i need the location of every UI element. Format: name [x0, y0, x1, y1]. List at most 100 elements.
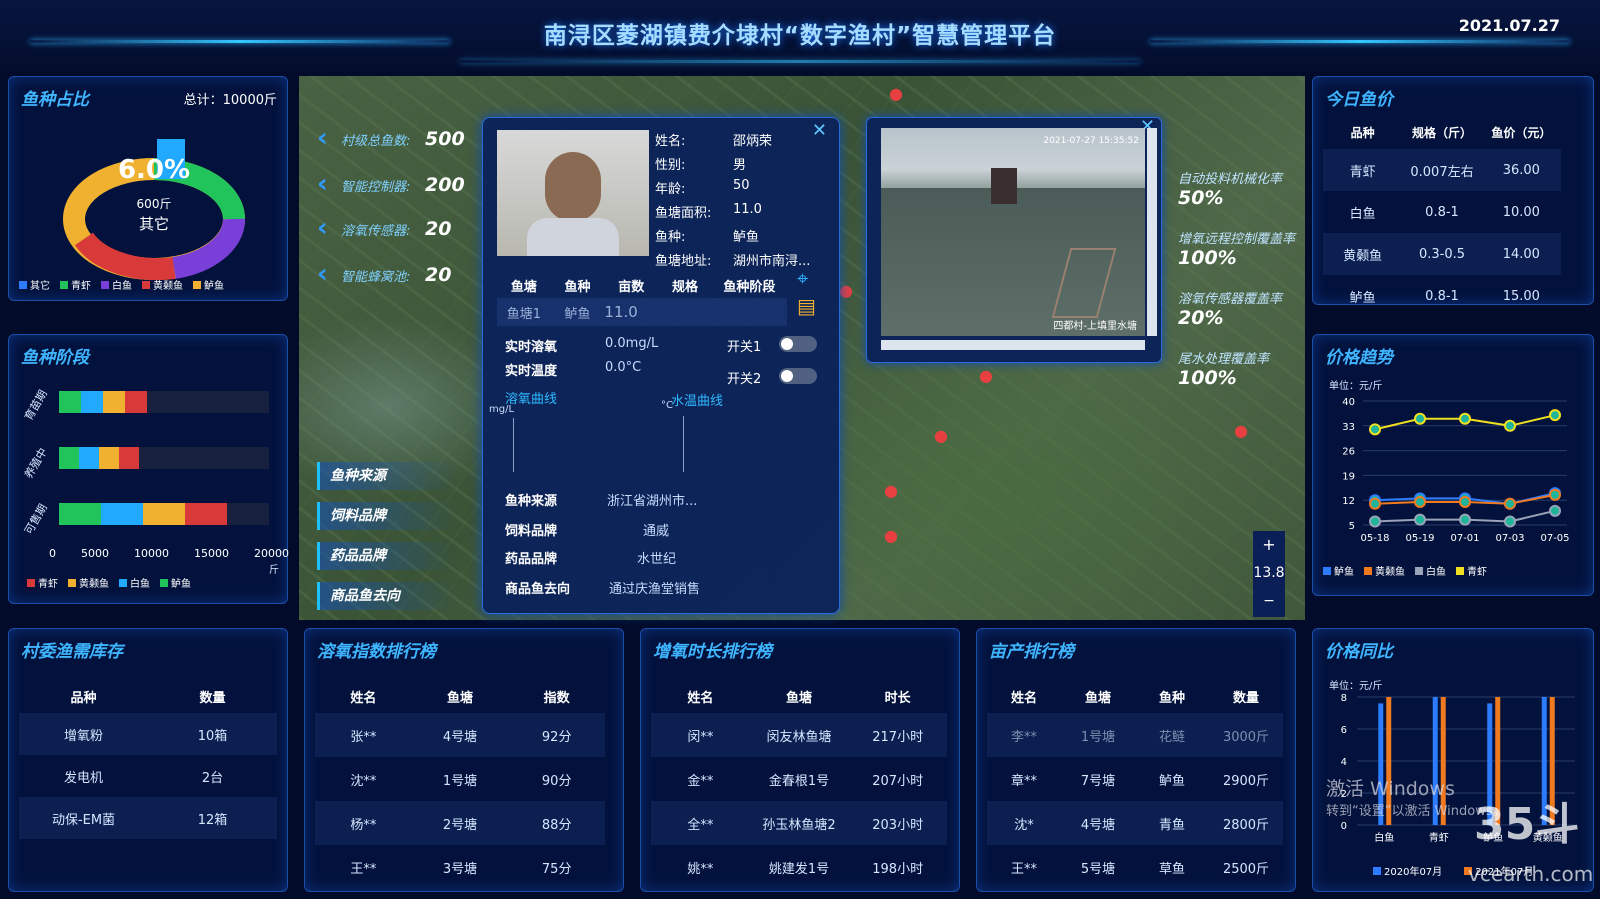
y-tick-label: 8: [1341, 693, 1347, 704]
table-row[interactable]: 章** 7号塘 鲈鱼 2900斤: [987, 757, 1283, 801]
pond-col-header: 鱼种: [564, 280, 591, 295]
col-header: 鱼种: [1158, 690, 1185, 706]
camera-icon[interactable]: ⌖: [797, 266, 808, 290]
col-header: 鱼塘: [786, 690, 813, 706]
col-header: 品种: [1350, 125, 1375, 140]
data-point: [1369, 515, 1381, 528]
table-cell: 15.00: [1502, 288, 1540, 304]
table-row[interactable]: 沈** 1号塘 90分: [315, 757, 605, 801]
zoom-in-button[interactable]: +: [1253, 531, 1285, 559]
table-cell: 0.007左右: [1410, 164, 1474, 180]
table-cell: 鲈鱼: [1158, 773, 1185, 789]
table-row[interactable]: 白鱼 0.8-1 10.00: [1323, 191, 1561, 233]
table-cell: 92分: [541, 729, 572, 745]
farmer-gender-row: 性别: 男: [655, 154, 825, 173]
yield-rank-panel: 亩产排行榜 姓名 鱼塘 鱼种 数量 李** 1号塘 花鲢 3000斤 章** 7号塘 鲈鱼 290…: [976, 628, 1296, 892]
tag-fish-destination[interactable]: 商品鱼去向: [317, 582, 457, 610]
map-marker-icon[interactable]: ●: [839, 281, 853, 300]
stage-label-2: 可售期: [22, 501, 50, 537]
table-cell: 青虾: [1349, 164, 1376, 180]
species-ratio-panel: 鱼种占比 总计：10000斤 6.0% 600斤 其它 其它 青虾 白鱼 黄颡鱼…: [8, 76, 288, 301]
document-icon[interactable]: ▤: [797, 294, 816, 318]
map-marker-icon[interactable]: ●: [884, 526, 898, 545]
table-header: 姓名 鱼塘 时长: [651, 679, 947, 713]
table-row[interactable]: 闵** 闵友林鱼塘 217小时: [651, 713, 947, 757]
table-row[interactable]: 张** 4号塘 92分: [315, 713, 605, 757]
map-marker-icon[interactable]: ●: [884, 481, 898, 500]
tag-feed-brand[interactable]: 饲料品牌: [317, 502, 457, 530]
table-row[interactable]: 王** 5号塘 草鱼 2500斤: [987, 845, 1283, 889]
map-marker-icon[interactable]: ●: [889, 84, 903, 103]
table-row[interactable]: 发电机 2台: [19, 755, 277, 797]
table-row[interactable]: 李** 1号塘 花鲢 3000斤: [987, 713, 1283, 757]
col-header: 指数: [543, 690, 570, 706]
table-cell: 花鲢: [1158, 729, 1185, 745]
tag-fish-source[interactable]: 鱼种来源: [317, 462, 457, 490]
table-row[interactable]: 沈* 4号塘 青鱼 2800斤: [987, 801, 1283, 845]
table-row[interactable]: 鲈鱼 0.8-1 15.00: [1323, 275, 1561, 317]
tag-medicine-brand[interactable]: 药品品牌: [317, 542, 457, 570]
map-marker-icon[interactable]: ●: [979, 366, 993, 385]
table-cell: 李**: [1010, 729, 1037, 745]
feed-label: 饲料品牌: [505, 524, 558, 539]
y-tick-label: 4: [1341, 757, 1347, 768]
data-point: [1459, 513, 1471, 526]
switch2-toggle[interactable]: [779, 368, 817, 384]
donut-center-pct: 6.0%: [117, 155, 191, 185]
donut-center-label: 其它: [138, 215, 169, 233]
table-row[interactable]: 王** 3号塘 75分: [315, 845, 605, 889]
data-point: [1549, 488, 1561, 501]
table-cell: 姚**: [687, 861, 714, 877]
video-frame[interactable]: 2021-07-27 15:35:52 四都村-上填里水塘: [881, 128, 1145, 336]
stage-legend-whitefish: 白鱼: [119, 575, 150, 590]
stage-bar-1: [59, 447, 139, 469]
header-bar: 南浔区菱湖镇费介埭村“数字渔村”智慧管理平台 2021.07.27: [0, 0, 1600, 72]
table-cell: 2号塘: [442, 817, 478, 833]
table-cell: 10箱: [197, 728, 228, 744]
data-point: [1369, 497, 1381, 510]
stage-legend-catfish: 黄颡鱼: [68, 575, 109, 590]
table-cell: 3号塘: [442, 861, 478, 877]
video-caption: 四都村-上填里水塘: [1053, 321, 1137, 332]
zoom-out-button[interactable]: −: [1253, 587, 1285, 615]
map-marker-icon[interactable]: ●: [934, 426, 948, 445]
data-point: [1549, 504, 1561, 517]
table-cell: 3000斤: [1222, 729, 1270, 745]
data-point: [1459, 412, 1471, 425]
video-scrollbar-h[interactable]: [881, 340, 1145, 350]
zoom-level: 13.8: [1253, 565, 1285, 581]
table-header: 品种 数量: [19, 679, 277, 713]
table-cell: 闵友林鱼塘: [766, 729, 832, 745]
price-yoy-panel: 价格同比 单位：元/斤 0 2 4 6 8 白鱼 青虾 鲈鱼 黄颡鱼 2020年07月 2021…: [1312, 628, 1594, 892]
table-row[interactable]: 金** 金春根1号 207小时: [651, 757, 947, 801]
table-row[interactable]: 增氧粉 10箱: [19, 713, 277, 755]
table-cell: 198小时: [872, 861, 924, 877]
map-marker-icon[interactable]: ●: [1234, 421, 1248, 440]
pond-table-row[interactable]: 鱼塘1 鲈鱼 11.0: [497, 298, 787, 326]
x-tick-label: 白鱼: [1374, 831, 1394, 844]
table-row[interactable]: 杨** 2号塘 88分: [315, 801, 605, 845]
y-tick-label: 26: [1342, 447, 1355, 458]
pond-table-header: 鱼塘 鱼种 亩数 规格 鱼种阶段: [497, 276, 787, 295]
field-value: 邵炳荣: [733, 134, 773, 149]
y-tick-label: 40: [1342, 397, 1355, 408]
map-stat-fish: ‹ 村级总鱼数: 500: [317, 122, 465, 156]
oxygen-curve-unit: mg/L: [489, 404, 515, 415]
y-tick-label: 5: [1349, 521, 1355, 532]
table-cell: 张**: [350, 729, 377, 745]
table-row[interactable]: 青虾 0.007左右 36.00: [1323, 149, 1561, 191]
table-cell: 全**: [687, 817, 714, 833]
stage-legend-shrimp: 青虾: [27, 575, 58, 590]
table-row[interactable]: 姚** 姚建发1号 198小时: [651, 845, 947, 889]
video-scrollbar-v[interactable]: [1147, 128, 1157, 336]
stage-bar-2-yellow: [143, 503, 185, 525]
table-row[interactable]: 全** 孙玉林鱼塘2 203小时: [651, 801, 947, 845]
temperature-curve-axis: [683, 416, 684, 472]
rate-label: 自动投料机械化率: [1178, 172, 1283, 187]
table-row[interactable]: 动保-EM菌 12箱: [19, 797, 277, 839]
table-row[interactable]: 黄颡鱼 0.3-0.5 14.00: [1323, 233, 1561, 275]
field-label: 年龄:: [655, 182, 686, 197]
price-today-panel: 今日鱼价 品种 规格（斤） 鱼价（元） 青虾 0.007左右 36.00 白鱼 0.8-1…: [1312, 76, 1594, 306]
switch1-toggle[interactable]: [779, 336, 817, 352]
temperature-curve-unit: °C: [661, 400, 673, 411]
